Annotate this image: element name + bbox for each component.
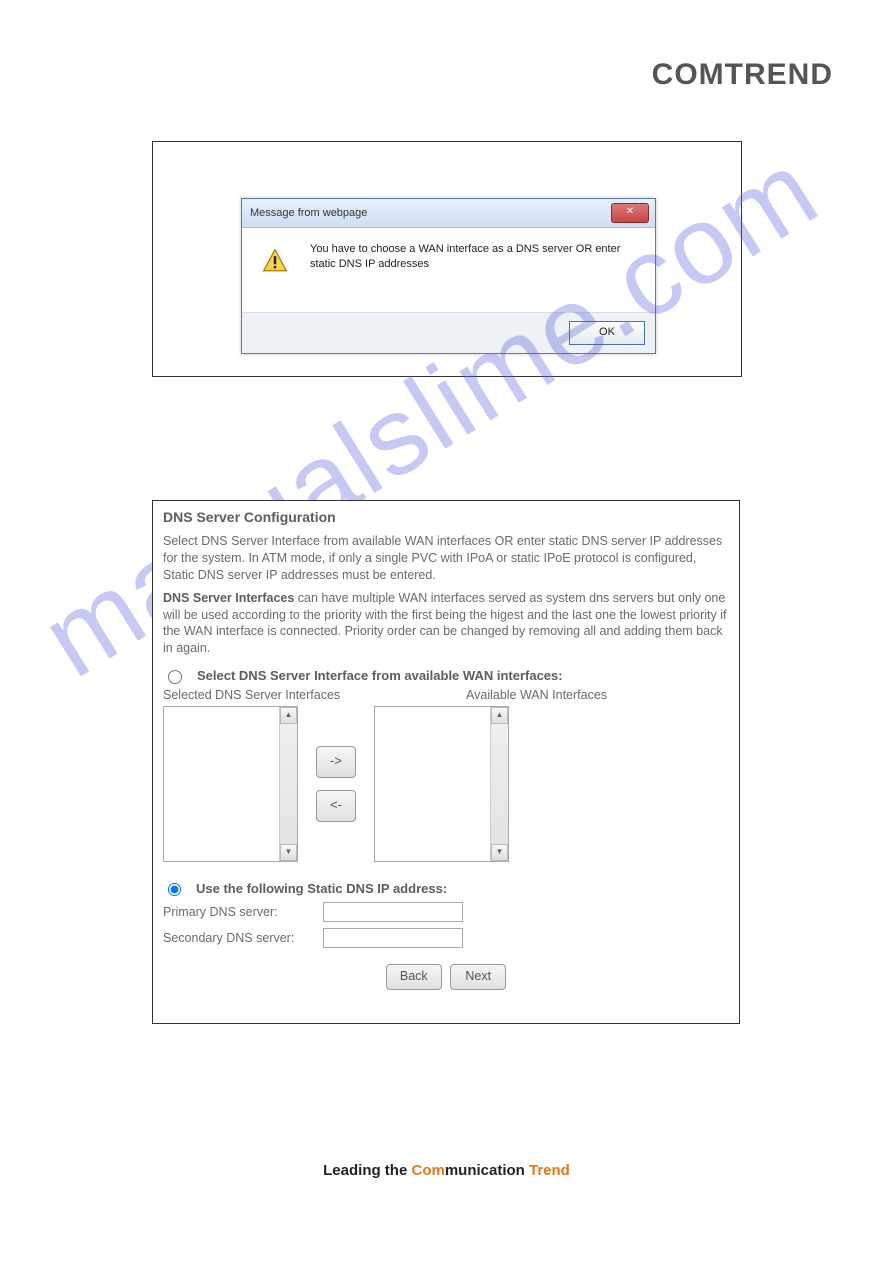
scrollbar[interactable]: ▲ ▼ <box>279 707 297 861</box>
secondary-dns-row: Secondary DNS server: <box>163 928 729 948</box>
dual-list-area: ▲ ▼ -> <- ▲ ▼ <box>163 706 729 862</box>
dialog-body: You have to choose a WAN interface as a … <box>242 228 655 312</box>
brand-logo: COMTREND <box>652 58 833 92</box>
primary-dns-label: Primary DNS server: <box>163 905 323 919</box>
alert-dialog: Message from webpage ✕ You have to choos… <box>241 198 656 354</box>
dialog-message: You have to choose a WAN interface as a … <box>310 242 643 272</box>
left-list-label: Selected DNS Server Interfaces <box>163 688 426 702</box>
option2-label: Use the following Static DNS IP address: <box>196 881 447 896</box>
secondary-dns-label: Secondary DNS server: <box>163 931 323 945</box>
option2-radio[interactable] <box>168 883 181 896</box>
footer-trend: Trend <box>529 1162 570 1179</box>
option1-label: Select DNS Server Interface from availab… <box>197 668 563 683</box>
transfer-buttons: -> <- <box>316 746 356 822</box>
dialog-footer: OK <box>242 312 655 353</box>
ok-button[interactable]: OK <box>569 321 645 345</box>
scroll-up-icon[interactable]: ▲ <box>280 707 297 724</box>
right-list-label: Available WAN Interfaces <box>426 688 729 702</box>
selected-interfaces-list[interactable]: ▲ ▼ <box>163 706 298 862</box>
nav-buttons: Back Next <box>163 964 729 990</box>
page-footer: Leading the Communication Trend <box>0 1162 893 1179</box>
footer-munication: munication <box>445 1162 529 1179</box>
scroll-down-icon[interactable]: ▼ <box>491 844 508 861</box>
scrollbar[interactable]: ▲ ▼ <box>490 707 508 861</box>
dialog-container: Message from webpage ✕ You have to choos… <box>152 141 742 377</box>
available-interfaces-list[interactable]: ▲ ▼ <box>374 706 509 862</box>
panel-para2: DNS Server Interfaces can have multiple … <box>163 590 729 658</box>
scroll-down-icon[interactable]: ▼ <box>280 844 297 861</box>
dialog-titlebar: Message from webpage ✕ <box>242 199 655 228</box>
dialog-title-text: Message from webpage <box>250 207 367 219</box>
secondary-dns-input[interactable] <box>323 928 463 948</box>
footer-lead: Leading the <box>323 1162 411 1179</box>
move-right-button[interactable]: -> <box>316 746 356 778</box>
option2-row: Use the following Static DNS IP address: <box>163 880 729 896</box>
panel-para1: Select DNS Server Interface from availab… <box>163 533 729 584</box>
warning-icon <box>262 248 288 274</box>
back-button[interactable]: Back <box>386 964 442 990</box>
move-left-button[interactable]: <- <box>316 790 356 822</box>
close-button[interactable]: ✕ <box>611 203 649 223</box>
option1-radio[interactable] <box>168 670 182 684</box>
option1-row: Select DNS Server Interface from availab… <box>163 667 729 684</box>
para2-bold: DNS Server Interfaces <box>163 591 294 605</box>
primary-dns-row: Primary DNS server: <box>163 902 729 922</box>
footer-com: Com <box>411 1162 444 1179</box>
primary-dns-input[interactable] <box>323 902 463 922</box>
next-button[interactable]: Next <box>450 964 506 990</box>
dns-config-panel: DNS Server Configuration Select DNS Serv… <box>152 500 740 1024</box>
panel-title: DNS Server Configuration <box>163 509 729 525</box>
scroll-up-icon[interactable]: ▲ <box>491 707 508 724</box>
list-labels: Selected DNS Server Interfaces Available… <box>163 688 729 702</box>
